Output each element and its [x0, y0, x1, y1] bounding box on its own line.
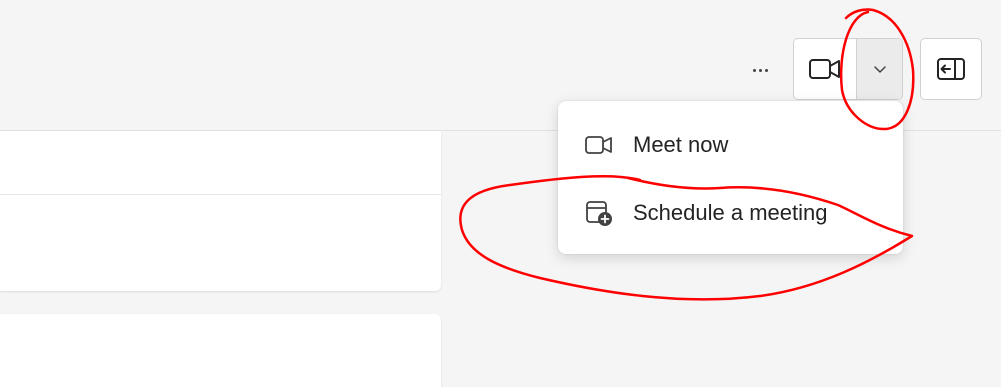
call-split-button: [793, 38, 903, 100]
panel-toggle-icon: [937, 58, 965, 80]
call-options-chevron-button[interactable]: [856, 39, 902, 99]
content-card: [0, 314, 441, 387]
more-horizontal-icon: [752, 68, 756, 72]
menu-item-schedule-meeting[interactable]: Schedule a meeting: [558, 181, 903, 245]
more-options-button[interactable]: [744, 56, 776, 84]
call-options-menu: Meet now Schedule a meeting: [558, 101, 903, 254]
video-call-button[interactable]: [794, 39, 856, 99]
panel-toggle-button[interactable]: [920, 38, 982, 100]
card-divider: [0, 194, 441, 195]
video-camera-icon: [809, 59, 840, 79]
menu-item-label: Meet now: [633, 132, 729, 157]
menu-item-meet-now[interactable]: Meet now: [558, 113, 903, 177]
calendar-add-icon: [582, 198, 616, 228]
video-camera-icon: [582, 130, 616, 160]
content-card: [0, 131, 441, 291]
chevron-down-icon: [873, 66, 886, 73]
menu-item-label: Schedule a meeting: [633, 200, 828, 225]
